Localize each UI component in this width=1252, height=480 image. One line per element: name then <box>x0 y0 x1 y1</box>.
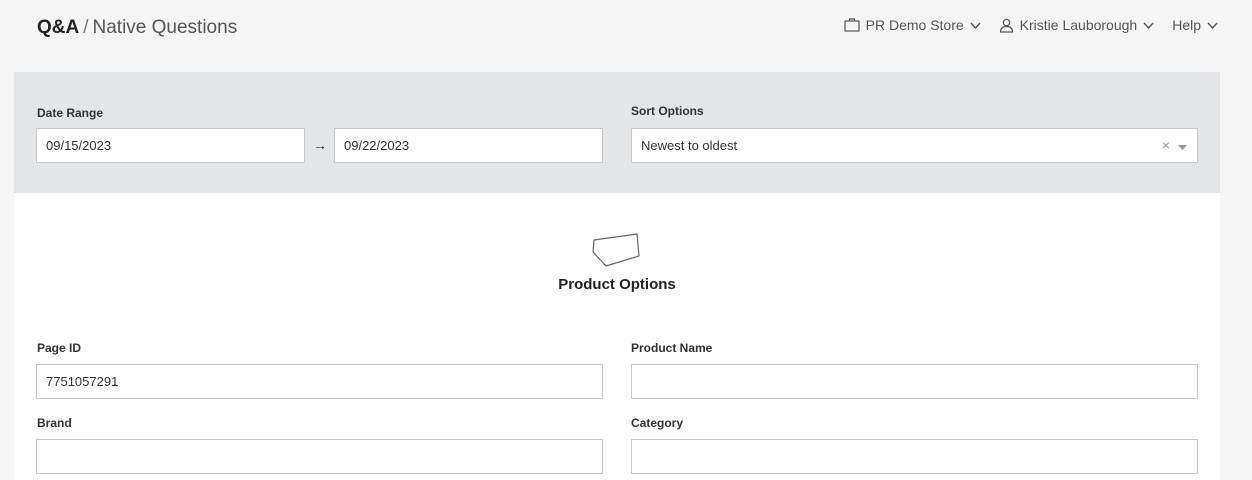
product-name-input[interactable] <box>631 364 1198 399</box>
top-nav: PR Demo Store Kristie Lauborough Help <box>844 17 1218 33</box>
date-to-input[interactable] <box>334 128 603 163</box>
sort-selected-value: Newest to oldest <box>641 138 738 153</box>
category-label: Category <box>631 416 684 430</box>
brand-input[interactable] <box>36 439 603 474</box>
date-range-arrow: → <box>313 137 327 153</box>
user-icon <box>999 18 1014 33</box>
tag-icon <box>577 232 641 277</box>
brand-label: Brand <box>37 416 72 430</box>
product-options-title: Product Options <box>558 276 676 293</box>
help-menu[interactable]: Help <box>1172 17 1218 33</box>
page-id-label: Page ID <box>37 341 82 355</box>
date-range-label: Date Range <box>37 106 104 120</box>
user-name: Kristie Lauborough <box>1019 17 1138 33</box>
page-title: Q&A / Native Questions <box>37 15 237 41</box>
sort-options-label: Sort Options <box>631 104 704 118</box>
product-name-label: Product Name <box>631 341 713 355</box>
briefcase-icon <box>844 18 860 32</box>
user-menu[interactable]: Kristie Lauborough <box>999 17 1155 33</box>
sort-options-select[interactable]: Newest to oldest × <box>631 128 1198 163</box>
store-name: PR Demo Store <box>865 17 964 33</box>
page-title-section[interactable]: Q&A <box>37 17 79 38</box>
store-selector[interactable]: PR Demo Store <box>844 17 981 33</box>
clear-icon[interactable]: × <box>1162 129 1170 162</box>
select-controls: × <box>1162 129 1187 162</box>
chevron-down-icon <box>1143 22 1154 29</box>
date-from-input[interactable] <box>36 128 305 163</box>
breadcrumb-separator: / <box>83 17 89 38</box>
page-id-input[interactable] <box>36 364 603 399</box>
chevron-down-icon <box>1207 22 1218 29</box>
top-bar: Q&A / Native Questions PR Demo Store Krist… <box>0 0 1252 56</box>
chevron-down-icon <box>970 22 981 29</box>
page-title-subsection: Native Questions <box>92 17 238 38</box>
category-input[interactable] <box>631 439 1198 474</box>
caret-down-icon[interactable] <box>1178 129 1187 162</box>
help-label: Help <box>1172 17 1201 33</box>
